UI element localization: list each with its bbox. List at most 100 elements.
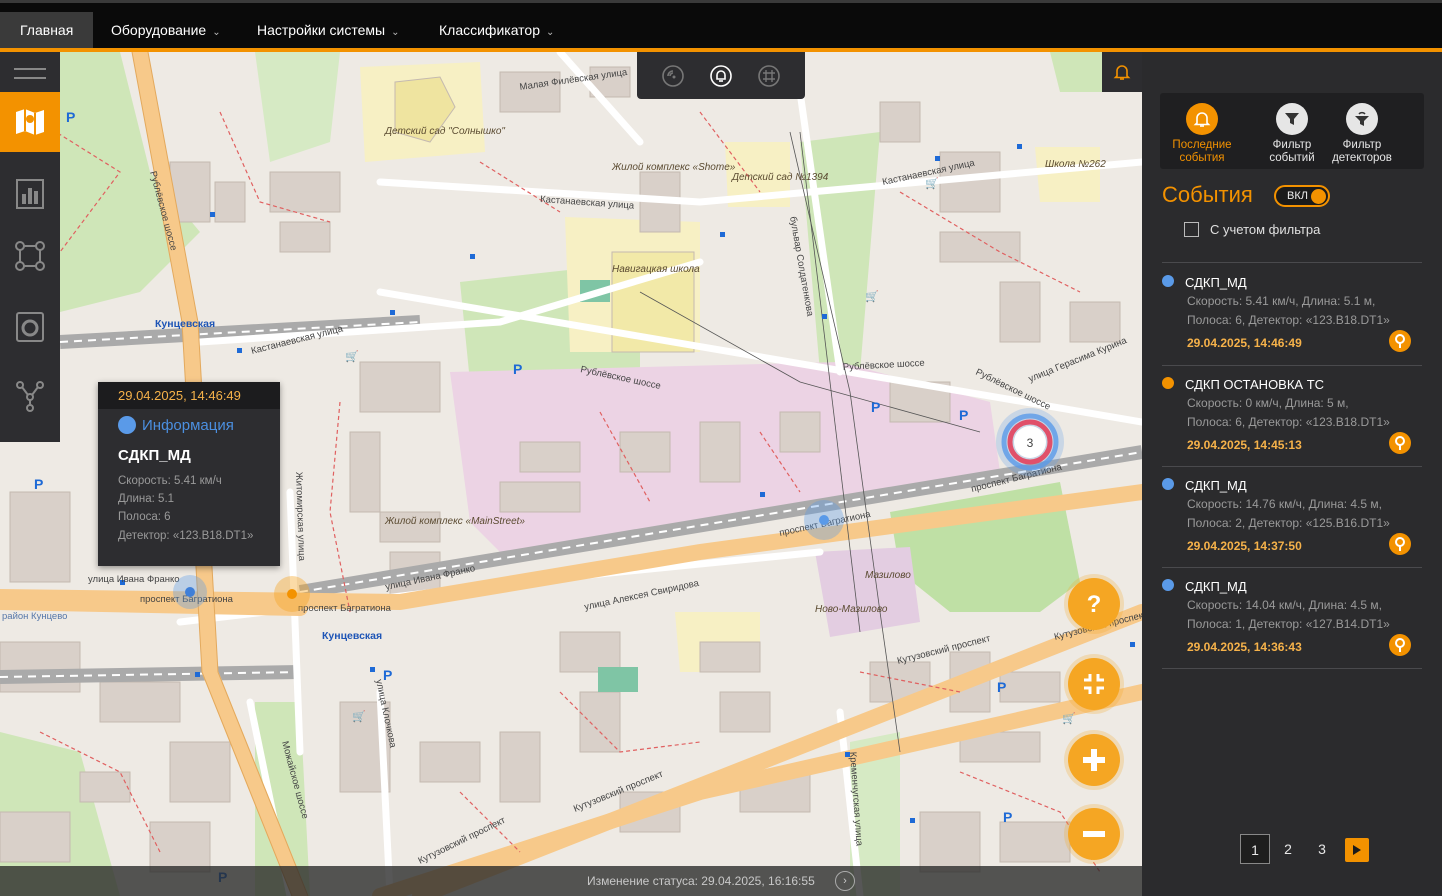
sidebar-camera-button[interactable] xyxy=(0,296,60,356)
notifications-button[interactable] xyxy=(1102,52,1142,92)
detector-filter-icon xyxy=(1346,103,1378,135)
filter-icon xyxy=(1276,103,1308,135)
sidebar-map-button[interactable] xyxy=(0,92,60,152)
popup-detector: Детектор: «123.B18.DT1» xyxy=(118,530,254,542)
page-button-2[interactable]: 2 xyxy=(1273,834,1303,864)
svg-text:Школа №262: Школа №262 xyxy=(1045,159,1106,170)
svg-text:Кунцевская: Кунцевская xyxy=(155,318,215,330)
popup-title: СДКП_МД xyxy=(118,447,191,464)
detector-marker xyxy=(287,589,297,599)
tab-last-events-label: Последние события xyxy=(1172,139,1232,164)
tab-last-events[interactable]: Последние события xyxy=(1164,103,1240,165)
page-button-3[interactable]: 3 xyxy=(1307,834,1337,864)
svg-text:P: P xyxy=(66,109,75,125)
filter-checkbox[interactable] xyxy=(1184,222,1199,237)
event-details-1: Скорость: 0 км/ч, Длина: 5 м, xyxy=(1187,396,1349,410)
events-toggle[interactable]: ВКЛ xyxy=(1274,185,1330,207)
nav-home[interactable]: Главная xyxy=(0,12,94,48)
chevron-right-icon[interactable]: › xyxy=(835,871,855,891)
event-name: СДКП ОСТАНОВКА ТС xyxy=(1185,377,1325,392)
svg-text:P: P xyxy=(871,399,880,415)
event-details-2: Полоса: 1, Детектор: «127.B14.DT1» xyxy=(1187,617,1390,631)
tab-event-filter[interactable]: Фильтр событий xyxy=(1254,103,1330,165)
status-text: Изменение статуса: 29.04.2025, 16:16:55 xyxy=(587,874,815,888)
svg-text:🛒: 🛒 xyxy=(352,710,366,723)
sidebar-routes-button[interactable] xyxy=(0,226,60,286)
route-icon xyxy=(15,241,45,271)
next-page-button[interactable] xyxy=(1345,838,1369,862)
location-pin-icon[interactable] xyxy=(1389,533,1411,555)
location-pin-icon[interactable] xyxy=(1389,634,1411,656)
event-details-1: Скорость: 14.76 км/ч, Длина: 4.5 м, xyxy=(1187,497,1383,511)
network-icon xyxy=(16,381,44,412)
event-status-dot xyxy=(1162,579,1174,591)
grid-icon[interactable] xyxy=(757,64,781,88)
events-tabs: Последние события Фильтр событий Фильтр … xyxy=(1160,93,1424,169)
park-area xyxy=(255,52,340,162)
location-pin-icon[interactable] xyxy=(1389,432,1411,454)
event-time: 29.04.2025, 14:36:43 xyxy=(1187,640,1302,654)
zoom-out-button[interactable] xyxy=(1068,808,1120,860)
info-dot-icon xyxy=(118,416,136,434)
chevron-down-icon: ⌄ xyxy=(546,27,555,38)
sidebar-reports-button[interactable] xyxy=(0,164,60,224)
event-details-2: Полоса: 6, Детектор: «123.B18.DT1» xyxy=(1187,415,1390,429)
svg-text:Детский сад №1394: Детский сад №1394 xyxy=(731,172,829,183)
events-title: События xyxy=(1162,182,1253,207)
fullscreen-button[interactable] xyxy=(1068,658,1120,710)
zoom-in-button[interactable] xyxy=(1068,734,1120,786)
zoom-in-icon xyxy=(1083,749,1105,771)
left-sidebar xyxy=(0,52,60,442)
svg-text:улица Ивана Франко: улица Ивана Франко xyxy=(88,574,180,585)
status-bar: Изменение статуса: 29.04.2025, 16:16:55 … xyxy=(0,866,1142,896)
svg-text:проспект Багратиона: проспект Багратиона xyxy=(298,603,392,614)
fullscreen-icon xyxy=(1084,674,1104,694)
industrial-area xyxy=(815,547,920,637)
bell-icon[interactable] xyxy=(709,64,733,88)
sidebar-network-button[interactable] xyxy=(0,366,60,426)
svg-text:Мазилово: Мазилово xyxy=(865,570,911,581)
popup-lane: Полоса: 6 xyxy=(118,511,171,523)
filter-checkbox-row[interactable]: С учетом фильтра xyxy=(1184,222,1320,237)
detector-marker xyxy=(819,515,829,525)
event-item[interactable]: СДКП_МД Скорость: 5.41 км/ч, Длина: 5.1 … xyxy=(1162,264,1422,364)
svg-text:🛒: 🛒 xyxy=(1062,712,1076,725)
event-time: 29.04.2025, 14:45:13 xyxy=(1187,438,1302,452)
event-status-dot xyxy=(1162,275,1174,287)
nav-classifier[interactable]: Классификатор ⌄ xyxy=(419,12,574,48)
svg-text:Детский сад "Солнышко": Детский сад "Солнышко" xyxy=(384,126,505,137)
bell-icon xyxy=(1186,103,1218,135)
svg-text:район Кунцево: район Кунцево xyxy=(2,611,67,622)
svg-text:P: P xyxy=(997,679,1006,695)
event-details-2: Полоса: 6, Детектор: «123.B18.DT1» xyxy=(1187,313,1390,327)
event-item[interactable]: СДКП ОСТАНОВКА ТС Скорость: 0 км/ч, Длин… xyxy=(1162,366,1422,466)
event-item[interactable]: СДКП_МД Скорость: 14.04 км/ч, Длина: 4.5… xyxy=(1162,568,1422,668)
svg-text:🛒: 🛒 xyxy=(865,290,879,303)
svg-text:🛒: 🛒 xyxy=(345,350,359,363)
page-button-1[interactable]: 1 xyxy=(1240,834,1270,864)
nav-system-settings[interactable]: Настройки системы ⌄ xyxy=(237,12,419,48)
svg-text:Ново-Мазилово: Ново-Мазилово xyxy=(815,604,888,615)
svg-text:P: P xyxy=(34,476,43,492)
filter-checkbox-label: С учетом фильтра xyxy=(1210,222,1321,237)
signal-icon[interactable] xyxy=(661,64,685,88)
popup-info-link[interactable]: Информация xyxy=(118,416,234,434)
popup-length: Длина: 5.1 xyxy=(118,493,175,505)
event-status-dot xyxy=(1162,478,1174,490)
svg-text:Жилой комплекс «MainStreet»: Жилой комплекс «MainStreet» xyxy=(384,516,525,527)
help-button[interactable]: ? xyxy=(1068,578,1120,630)
location-pin-icon[interactable] xyxy=(1389,330,1411,352)
play-arrow-icon xyxy=(1353,845,1361,855)
nav-equipment[interactable]: Оборудование ⌄ xyxy=(91,12,241,48)
tab-detector-filter[interactable]: Фильтр детекторов xyxy=(1324,103,1400,165)
svg-text:?: ? xyxy=(1087,591,1102,617)
event-item[interactable]: СДКП_МД Скорость: 14.76 км/ч, Длина: 4.5… xyxy=(1162,467,1422,567)
detector-marker xyxy=(185,587,195,597)
event-details-1: Скорость: 5.41 км/ч, Длина: 5.1 м, xyxy=(1187,294,1376,308)
nav-system-settings-label: Настройки системы xyxy=(257,22,386,38)
event-time: 29.04.2025, 14:37:50 xyxy=(1187,539,1302,553)
event-details-1: Скорость: 14.04 км/ч, Длина: 4.5 м, xyxy=(1187,598,1383,612)
bell-icon xyxy=(1113,65,1131,80)
menu-hamburger-icon[interactable] xyxy=(14,68,46,86)
event-status-dot xyxy=(1162,377,1174,389)
